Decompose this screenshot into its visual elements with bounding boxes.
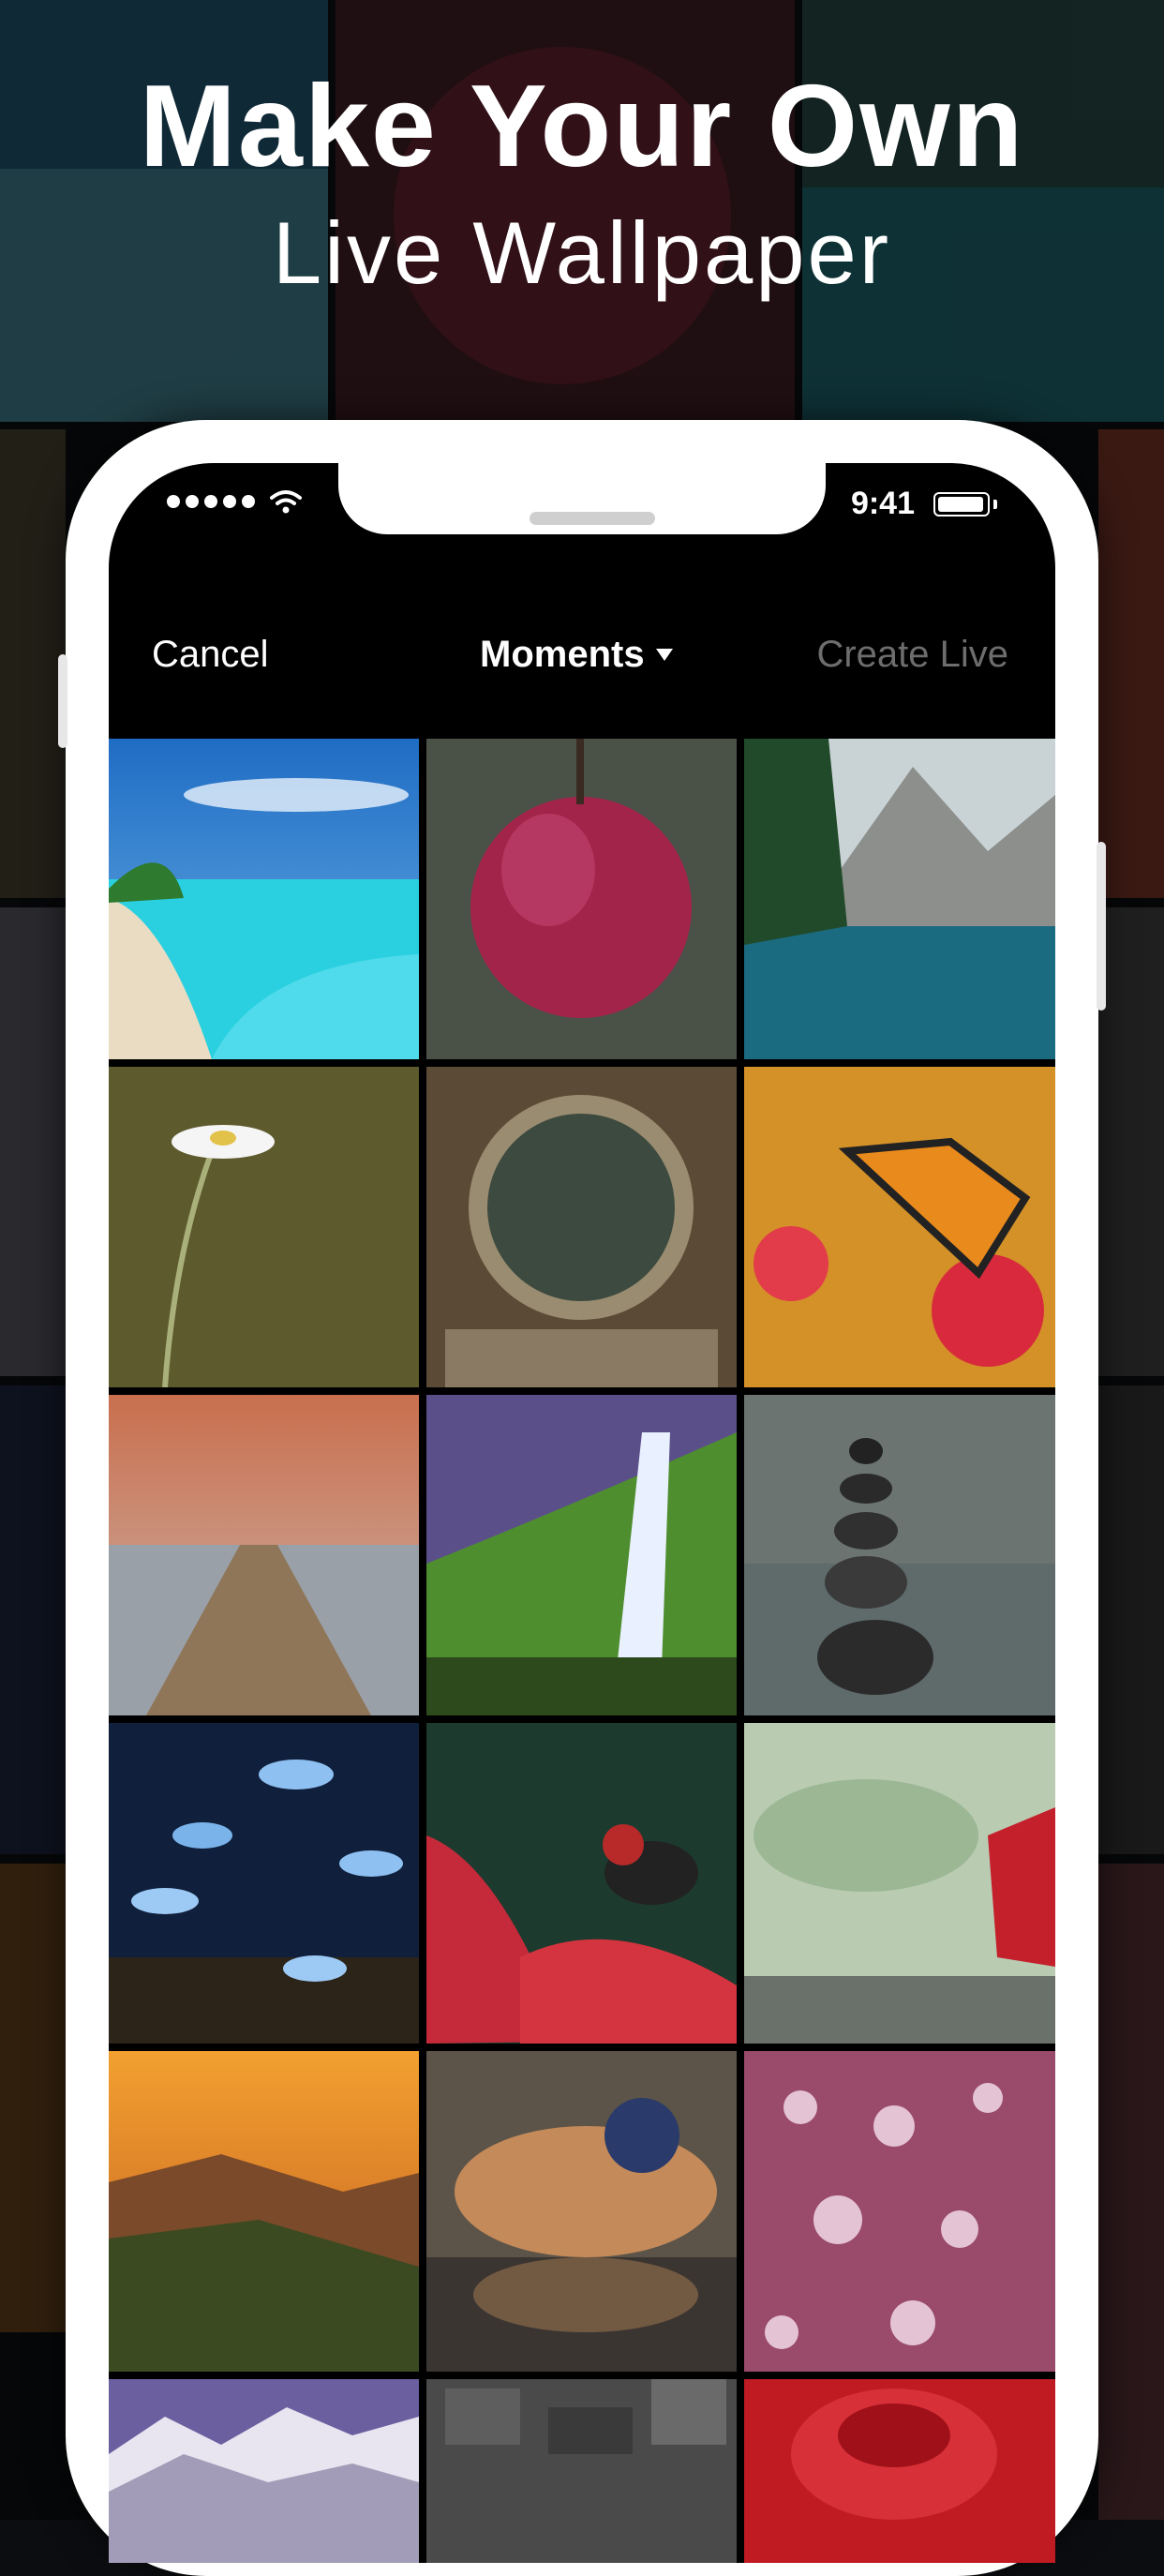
photo-tile-red-bird[interactable] (426, 1723, 737, 2044)
album-title: Moments (480, 634, 645, 675)
photo-tile-beach[interactable] (109, 739, 419, 1059)
photo-grid (109, 739, 1055, 2563)
phone-side-button (58, 654, 67, 748)
photo-tile-mountain-lake[interactable] (744, 739, 1055, 1059)
create-live-button[interactable]: Create Live (816, 634, 1008, 676)
battery-tip (993, 499, 997, 509)
photo-tile-red-rose[interactable] (744, 2379, 1055, 2563)
photo-tile-misty-forest[interactable] (744, 1723, 1055, 2044)
navigation-bar: Cancel Moments Create Live (109, 613, 1055, 707)
phone-power-button (1097, 842, 1106, 1011)
signal-dots-icon (167, 495, 255, 508)
battery-icon (933, 491, 990, 517)
photo-tile-waterfall[interactable] (426, 1395, 737, 1715)
photo-tile-apple[interactable] (426, 739, 737, 1059)
cancel-button[interactable]: Cancel (152, 634, 269, 676)
caret-down-icon (655, 649, 673, 661)
phone-screen: 9:41 Cancel Moments Create Live (109, 463, 1055, 2563)
phone-mockup: 9:41 Cancel Moments Create Live (58, 420, 1106, 2576)
speaker-grille (530, 512, 655, 525)
photo-tile-stacked-stones[interactable] (744, 1395, 1055, 1715)
headline-title: Make Your Own (139, 62, 1025, 191)
photo-tile-butterfly[interactable] (744, 1067, 1055, 1387)
wifi-icon (270, 490, 302, 514)
photo-tile-mandarin-duck[interactable] (426, 2051, 737, 2372)
status-bar-right: 9:41 (851, 486, 997, 522)
headline-subtitle: Live Wallpaper (272, 203, 892, 302)
photo-tile-crystal-ball[interactable] (426, 1067, 737, 1387)
headline: Make Your Own Live Wallpaper (0, 56, 1164, 309)
album-picker[interactable]: Moments (480, 634, 673, 676)
photo-tile-snowy-mountains[interactable] (109, 2379, 419, 2563)
photo-tile-grey-texture[interactable] (426, 2379, 737, 2563)
phone-notch (338, 463, 826, 534)
photo-tile-mountain-sunset[interactable] (109, 2051, 419, 2372)
photo-tile-leaf-drops[interactable] (744, 2051, 1055, 2372)
status-time: 9:41 (850, 486, 915, 521)
photo-tile-blue-butterflies[interactable] (109, 1723, 419, 2044)
photo-tile-pier[interactable] (109, 1395, 419, 1715)
status-bar-left (167, 489, 302, 514)
photo-tile-daisy[interactable] (109, 1067, 419, 1387)
